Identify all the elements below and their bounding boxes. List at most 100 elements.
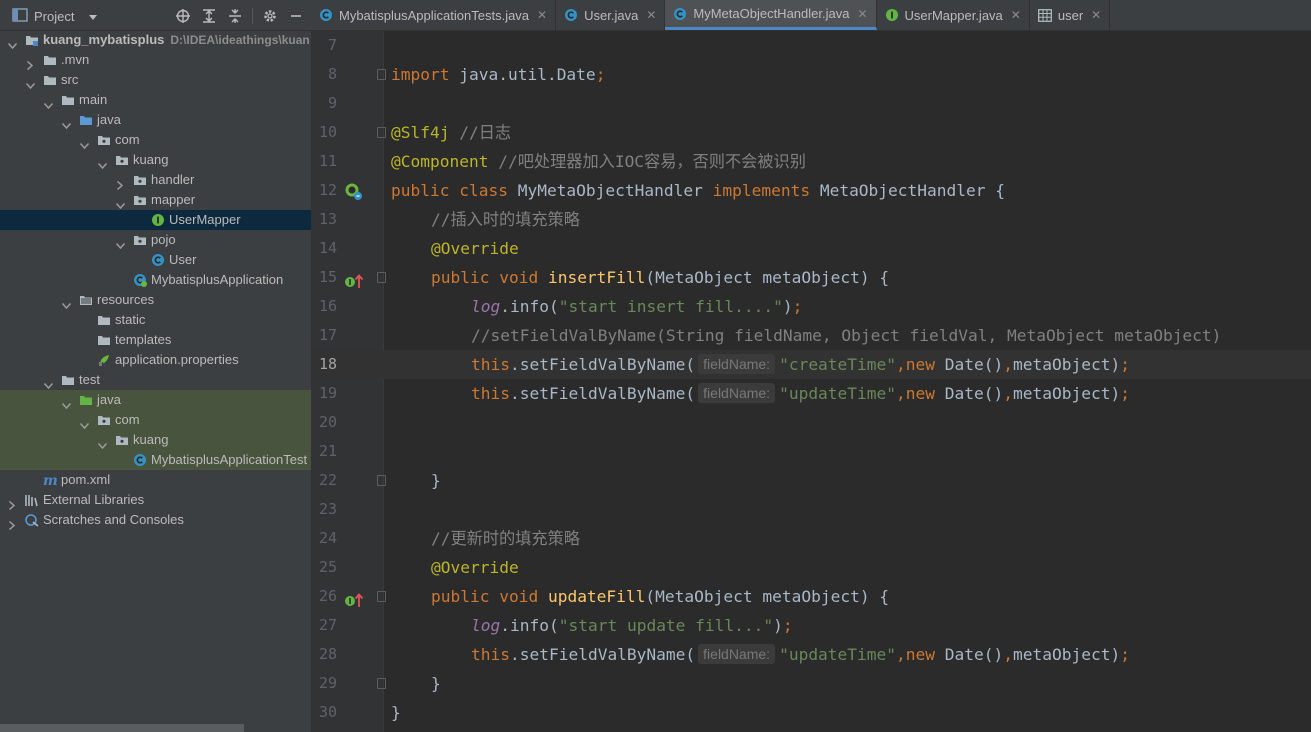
- line-number: 10: [318, 123, 337, 141]
- code-line[interactable]: 15 public void insertFill(MetaObject meta…: [311, 263, 1311, 292]
- tree-item-scratches-and-consoles[interactable]: Scratches and Consoles: [0, 510, 311, 531]
- tab-user[interactable]: user ✕: [1030, 0, 1111, 30]
- line-number: 8: [327, 65, 337, 83]
- tab-mybatisplusapplicationtests-java[interactable]: MybatisplusApplicationTests.java ✕: [311, 0, 557, 30]
- code-token: log: [471, 297, 501, 316]
- code-line[interactable]: 26 public void updateFill(MetaObject meta…: [311, 582, 1311, 611]
- fold-marker-icon[interactable]: [377, 678, 386, 689]
- chevron-down-icon[interactable]: [88, 9, 98, 24]
- code-token: ;: [782, 616, 793, 635]
- fold-marker-icon[interactable]: [377, 127, 386, 138]
- code-line[interactable]: 29}: [311, 669, 1311, 698]
- code-line[interactable]: 25 @Override: [311, 553, 1311, 582]
- close-icon[interactable]: ✕: [646, 8, 656, 22]
- code-line[interactable]: 20: [311, 408, 1311, 437]
- locate-target-icon[interactable]: [174, 7, 192, 25]
- tree-item-java[interactable]: java: [0, 390, 311, 410]
- tree-item-usermapper[interactable]: UserMapper: [0, 210, 311, 230]
- code-line[interactable]: 11 @Component //吧处理器加入IOC容易，否则不会被识别: [311, 147, 1311, 176]
- code-line[interactable]: 17 //setFieldValByName(String fieldName, …: [311, 321, 1311, 350]
- chevron-down-icon[interactable]: [97, 436, 108, 450]
- code-line[interactable]: 12 public class MyMetaObjectHandler imple…: [311, 176, 1311, 205]
- tree-item-kuang[interactable]: kuang: [0, 150, 311, 170]
- collapse-all-icon[interactable]: [226, 7, 244, 25]
- tree-item-com[interactable]: com: [0, 130, 311, 150]
- tree-item-handler[interactable]: handler: [0, 170, 311, 191]
- close-icon[interactable]: ✕: [1091, 8, 1101, 22]
- class-icon: [151, 253, 165, 267]
- tree-item-java[interactable]: java: [0, 110, 311, 130]
- tab-mymetaobjecthandler-java[interactable]: MyMetaObjectHandler.java ✕: [665, 0, 877, 30]
- chevron-right-icon[interactable]: [26, 56, 34, 71]
- horizontal-scrollbar[interactable]: [0, 724, 311, 732]
- code-token: public void: [431, 587, 548, 606]
- tab-user-java[interactable]: User.java ✕: [556, 0, 666, 30]
- tree-item-mybatisplusapplicationtest[interactable]: MybatisplusApplicationTest: [0, 450, 311, 470]
- chevron-down-icon[interactable]: [43, 376, 54, 390]
- code-line[interactable]: 30}: [311, 698, 1311, 727]
- code-line[interactable]: 9: [311, 89, 1311, 118]
- chevron-down-icon[interactable]: [61, 296, 72, 310]
- tree-item-pojo[interactable]: pojo: [0, 230, 311, 250]
- minimize-icon[interactable]: [287, 7, 305, 25]
- chevron-right-icon[interactable]: [8, 516, 16, 531]
- project-view-selector[interactable]: Project: [12, 8, 98, 25]
- tree-item-label: test: [79, 372, 100, 387]
- code-line[interactable]: 14 @Override: [311, 234, 1311, 263]
- tree-item-user[interactable]: User: [0, 250, 311, 270]
- close-icon[interactable]: ✕: [537, 8, 547, 22]
- tree-item--mvn[interactable]: .mvn: [0, 50, 311, 71]
- chevron-down-icon[interactable]: [7, 36, 18, 50]
- close-icon[interactable]: ✕: [1011, 8, 1021, 22]
- fold-marker-icon[interactable]: [377, 69, 386, 80]
- chevron-down-icon[interactable]: [25, 76, 36, 90]
- tree-item-static[interactable]: static: [0, 310, 311, 330]
- code-token: "createTime": [779, 355, 897, 374]
- tree-item-pom-xml[interactable]: m pom.xml: [0, 470, 311, 490]
- tree-item-com[interactable]: com: [0, 410, 311, 430]
- code-line[interactable]: 18 this.setFieldValByName(fieldName: "crea…: [311, 350, 1311, 379]
- tree-item-mybatisplusapplication[interactable]: MybatisplusApplication: [0, 270, 311, 290]
- chevron-down-icon[interactable]: [79, 416, 90, 430]
- tab-usermapper-java[interactable]: UserMapper.java ✕: [877, 0, 1030, 30]
- fold-marker-icon[interactable]: [377, 591, 386, 602]
- tree-item-external-libraries[interactable]: External Libraries: [0, 490, 311, 511]
- tree-item-templates[interactable]: templates: [0, 330, 311, 350]
- tree-item-mapper[interactable]: mapper: [0, 190, 311, 210]
- code-line[interactable]: 27 log.info("start update fill...");: [311, 611, 1311, 640]
- tree-item-kuang-mybatisplus[interactable]: kuang_mybatisplus D:\IDEA\ideathings\kuan: [0, 30, 311, 50]
- code-line[interactable]: 22}: [311, 466, 1311, 495]
- code-line[interactable]: 13 //插入时的填充策略: [311, 205, 1311, 234]
- chevron-right-icon[interactable]: [116, 176, 124, 191]
- tree-item-application-properties[interactable]: application.properties: [0, 350, 311, 370]
- code-line[interactable]: 28 this.setFieldValByName(fieldName: "upda…: [311, 640, 1311, 669]
- chevron-down-icon[interactable]: [61, 396, 72, 410]
- fold-marker-icon[interactable]: [377, 272, 386, 283]
- chevron-down-icon[interactable]: [79, 136, 90, 150]
- chevron-down-icon[interactable]: [43, 96, 54, 110]
- chevron-down-icon[interactable]: [115, 236, 126, 250]
- close-icon[interactable]: ✕: [857, 7, 867, 21]
- code-line[interactable]: 7: [311, 31, 1311, 60]
- code-line[interactable]: 23: [311, 495, 1311, 524]
- gear-icon[interactable]: [261, 7, 279, 25]
- code-line[interactable]: 8 import java.util.Date;: [311, 60, 1311, 89]
- expand-all-icon[interactable]: [200, 7, 218, 25]
- tree-item-kuang[interactable]: kuang: [0, 430, 311, 450]
- code-editor[interactable]: 7 8 import java.util.Date; 9 10 @Slf4j //日志 11…: [311, 31, 1311, 732]
- tree-item-resources[interactable]: resources: [0, 290, 311, 310]
- fold-marker-icon[interactable]: [377, 475, 386, 486]
- tree-item-test[interactable]: test: [0, 370, 311, 390]
- tree-item-main[interactable]: main: [0, 90, 311, 110]
- tree-item-src[interactable]: src: [0, 70, 311, 90]
- chevron-down-icon[interactable]: [61, 116, 72, 130]
- scrollbar-thumb[interactable]: [0, 724, 244, 732]
- code-line[interactable]: 10 @Slf4j //日志: [311, 118, 1311, 147]
- chevron-down-icon[interactable]: [97, 156, 108, 170]
- code-line[interactable]: 16 log.info("start insert fill....");: [311, 292, 1311, 321]
- chevron-right-icon[interactable]: [8, 496, 16, 511]
- code-line[interactable]: 24 //更新时的填充策略: [311, 524, 1311, 553]
- chevron-down-icon[interactable]: [115, 196, 126, 210]
- code-line[interactable]: 21: [311, 437, 1311, 466]
- code-line[interactable]: 19 this.setFieldValByName(fieldName: "upda…: [311, 379, 1311, 408]
